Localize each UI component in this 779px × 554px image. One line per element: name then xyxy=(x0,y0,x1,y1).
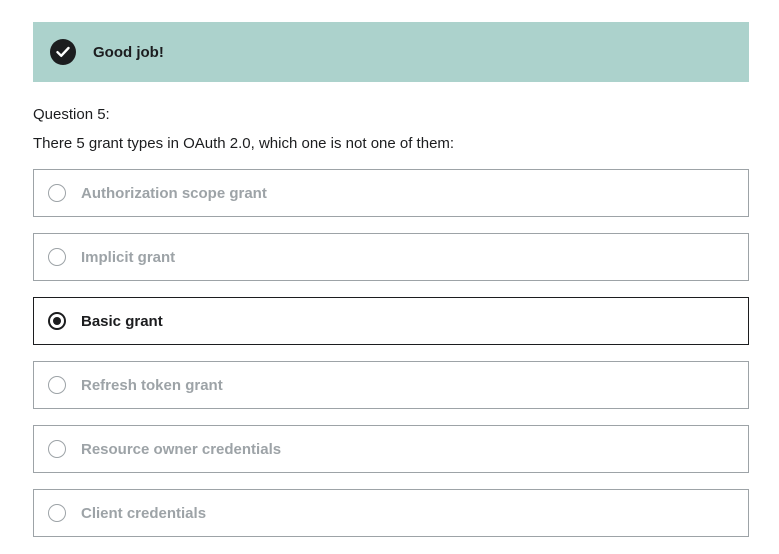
answer-option[interactable]: Resource owner credentials xyxy=(33,425,749,473)
answer-option-label: Basic grant xyxy=(81,312,163,330)
answer-option[interactable]: Refresh token grant xyxy=(33,361,749,409)
answer-option-label: Resource owner credentials xyxy=(81,440,282,458)
answer-option[interactable]: Client credentials xyxy=(33,489,749,537)
result-banner: Good job! xyxy=(33,22,749,82)
radio-button[interactable] xyxy=(48,312,66,330)
radio-button[interactable] xyxy=(48,184,66,202)
radio-button[interactable] xyxy=(48,248,66,266)
answer-option-label: Authorization scope grant xyxy=(81,184,267,202)
answer-option-label: Implicit grant xyxy=(81,248,176,266)
question-prompt: There 5 grant types in OAuth 2.0, which … xyxy=(33,135,455,152)
radio-button[interactable] xyxy=(48,504,66,522)
answer-option[interactable]: Implicit grant xyxy=(33,233,749,281)
answer-option-label: Refresh token grant xyxy=(81,376,223,394)
answer-options: Authorization scope grant Implicit grant… xyxy=(33,169,749,553)
answer-option[interactable]: Basic grant xyxy=(33,297,749,345)
check-circle-icon xyxy=(50,39,76,65)
radio-button[interactable] xyxy=(48,376,66,394)
answer-option[interactable]: Authorization scope grant xyxy=(33,169,749,217)
banner-message: Good job! xyxy=(93,43,164,61)
question-number: Question 5: xyxy=(33,106,110,123)
answer-option-label: Client credentials xyxy=(81,504,207,522)
radio-button[interactable] xyxy=(48,440,66,458)
